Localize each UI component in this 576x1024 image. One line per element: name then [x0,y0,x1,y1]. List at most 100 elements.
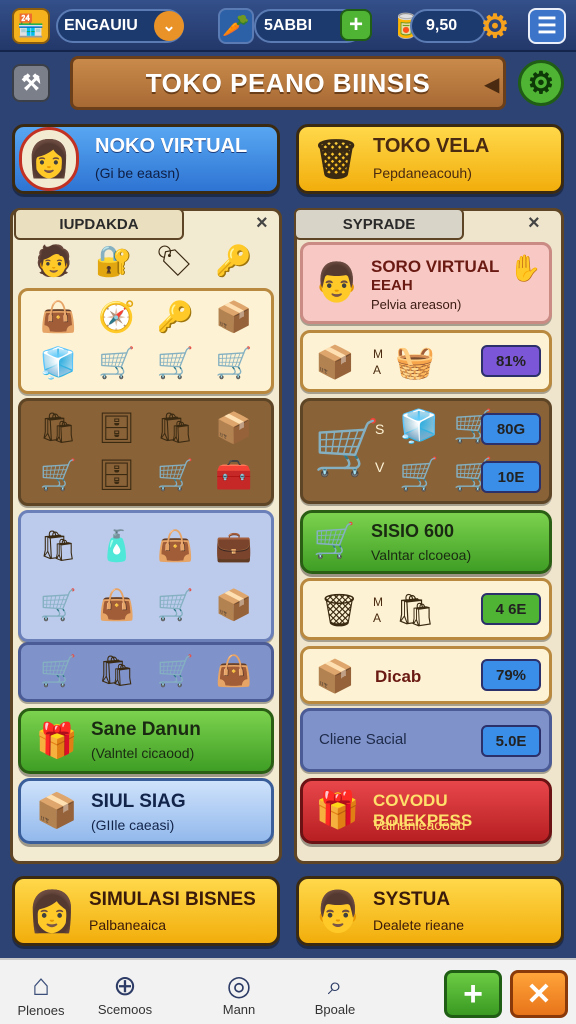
cart-icon: 🛒 [399,456,439,492]
currency2-pill: 9,50 [410,9,486,43]
add-button[interactable]: + [444,970,502,1018]
avatar: 👩 [19,127,79,191]
sisio-button[interactable]: 🛒 SISIO 600 Valntar clcoeoa) [300,510,552,574]
cabinet-icon[interactable]: 🗄 [98,413,136,444]
handbag-icon[interactable]: 👜 [157,531,194,562]
banner-arrow-icon[interactable]: ◀ [484,72,499,97]
shopkeeper-icon[interactable]: 🧑 [35,247,72,277]
player-dropdown-icon[interactable]: ⌄ [154,11,184,41]
briefcase-icon[interactable]: 💼 [215,531,252,562]
cart-icon[interactable]: 🛒 [157,590,194,621]
right-panel-title: SYPRADE [342,215,416,233]
card-subtitle: Palbaneaica [89,917,167,933]
bag-icon[interactable]: 🛍 [39,531,77,562]
right-row-2[interactable]: 🛒 S V 🧊 🛒 🛒 🛒 80G 10E [300,398,552,504]
settings-gear-icon[interactable]: ⚙ [478,8,512,44]
sane-danun-button[interactable]: 🎁 Sane Danun (Valntel cicaood) [18,708,274,774]
cart-icon[interactable]: 🛒 [157,349,194,379]
row-marker-1: M [373,595,383,609]
key-icon[interactable]: 🔑 [215,247,252,277]
settings-badge-icon[interactable]: ⚙ [518,60,564,106]
promo-card[interactable]: 👨 SORO VIRTUAL EEAH Pelvia areason) ✋ [300,242,552,324]
right-panel-close-icon[interactable]: × [528,212,540,235]
row-badge[interactable]: 5.0E [481,725,541,757]
row-badge[interactable]: 81% [481,345,541,377]
handbag-icon[interactable]: 👜 [215,657,252,687]
cart-icon[interactable]: 🛒 [157,657,194,687]
nav-label: Scemoos [97,1002,153,1017]
items-grid-c: 🛍 🧴 👜 💼 🛒 👜 🛒 📦 [18,510,274,642]
left-panel-header: IUPDAKDA [14,208,184,240]
card-title: SIMULASI BISNES [89,889,256,910]
cart-icon[interactable]: 🛒 [215,349,252,379]
cart-icon[interactable]: 🛒 [40,460,77,491]
button-subtitle: Valntar clcoeoa) [371,547,472,563]
close-button[interactable]: ✕ [510,970,568,1018]
left-panel-title: IUPDAKDA [59,215,139,233]
nav-item-plenoes[interactable]: ⌂ Plenoes [8,964,74,1022]
button-subtitle: (Valntel cicaood) [91,745,195,761]
row-badge[interactable]: 79% [481,659,541,691]
box-icon[interactable]: 📦 [215,303,252,333]
nav-item-mann[interactable]: ◎ Mann [206,964,272,1022]
right-row-1[interactable]: 📦 M A 🧺 81% [300,330,552,392]
shopping-bag-icon[interactable]: 🛍 [39,413,77,444]
right-row-5[interactable]: 📦 Dicab 79% [300,646,552,704]
toolbox-icon[interactable]: 🧰 [215,460,252,491]
tag-icon[interactable]: 🏷 [155,247,193,277]
currency1-value: 5ABBI [264,17,313,34]
covodu-button[interactable]: 🎁 COVODU BOIEKPESS Valhanleaoodd [300,778,552,844]
trash-bin-icon: 🗑 [311,139,361,181]
right-row-4[interactable]: 🗑 M A 🛍 4 6E [300,578,552,640]
bag-icon: 🛍 [395,592,436,628]
nav-item-bpoale[interactable]: ⌕ Bpoale [302,964,368,1022]
shop-logo-icon[interactable]: 🏪 [12,8,50,44]
right-row-6[interactable]: Cliene Sacial 5.0E [300,708,552,772]
promo-subtitle: Pelvia areason) [371,297,462,312]
button-subtitle: (GIIle caeasi) [91,817,175,833]
home-icon: ⌂ [31,968,51,1002]
row-badge[interactable]: 10E [481,461,541,493]
back-hammer-icon[interactable]: ⚒ [12,64,50,102]
cart-icon[interactable]: 🛒 [40,657,77,687]
compass-icon[interactable]: 🧭 [98,303,135,333]
cabinet-icon[interactable]: 🗄 [98,460,136,491]
row-marker-1: M [373,347,383,361]
basket-icon: 🧺 [395,344,435,380]
box-icon: 🧊 [399,408,439,444]
row-marker-2: A [373,611,382,625]
cart-icon[interactable]: 🛒 [98,349,135,379]
bottle-icon[interactable]: 🧴 [98,531,135,562]
star-hand-icon: ✋ [509,253,542,283]
grid-circle-icon: ⊕ [113,970,137,1001]
shopping-bag-icon[interactable]: 🛍 [98,657,136,687]
box-icon[interactable]: 📦 [215,590,252,621]
promo-title: SORO VIRTUAL [371,257,500,276]
button-subtitle: Valhanleaoodd [373,817,466,833]
cart-icon: 🛒 [313,418,381,478]
cart-icon[interactable]: 🛒 [157,460,194,491]
key-icon[interactable]: 🔑 [157,303,194,333]
avatar: 👨 [313,262,361,304]
row-badge[interactable]: 4 6E [481,593,541,625]
lock-icon[interactable]: 🔐 [95,247,132,277]
gift-box-icon: 🎁 [315,789,360,830]
bag-icon[interactable]: 👜 [40,303,77,333]
left-row0: 🧑 🔐 🏷 🔑 [24,240,264,284]
box-icon[interactable]: 📦 [215,413,252,444]
simulasi-bisnes-card[interactable]: 👩 SIMULASI BISNES Palbaneaica [12,876,280,946]
search-icon: ⌕ [327,969,343,1000]
crate-icon[interactable]: 🧊 [40,349,77,379]
nav-item-scemoos[interactable]: ⊕ Scemoos [92,964,158,1022]
cart-icon[interactable]: 🛒 [40,590,77,621]
virtual-store-card[interactable]: 👩 NOKO VIRTUAL (Gi be eaasn) [12,124,280,194]
add-currency-button[interactable]: + [340,9,372,41]
systua-card[interactable]: 👨 SYSTUA Dealete rieane [296,876,564,946]
menu-button[interactable]: ☰ [528,8,566,44]
velvet-store-card[interactable]: 🗑 TOKO VELA Pepdaneacouh) [296,124,564,194]
left-panel-close-icon[interactable]: × [256,212,268,235]
shopping-bag-icon[interactable]: 🛍 [156,413,194,444]
handbag-icon[interactable]: 👜 [98,590,135,621]
siul-siag-button[interactable]: 📦 SIUL SIAG (GIIle caeasi) [18,778,274,844]
row-badge[interactable]: 80G [481,413,541,445]
